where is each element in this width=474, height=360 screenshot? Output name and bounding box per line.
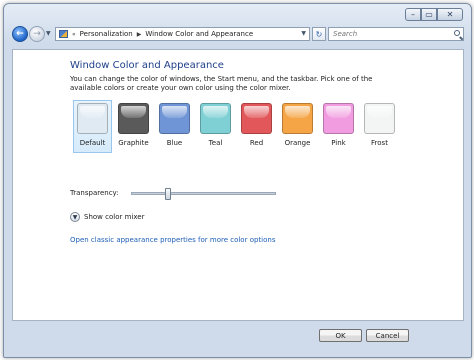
color-swatch-frost[interactable]: Frost	[360, 100, 399, 153]
color-tile[interactable]	[241, 103, 272, 134]
minimize-icon: –	[411, 9, 415, 19]
color-swatches: Default Graphite Blue Teal Red Orange Pink Fros…	[73, 100, 401, 153]
color-swatch-label: Pink	[331, 139, 346, 147]
search-input[interactable]	[329, 30, 443, 38]
address-dropdown-icon[interactable]: ▼	[301, 30, 306, 37]
close-button[interactable]: ✕	[437, 8, 463, 21]
caption-buttons: – ▭ ✕	[405, 8, 463, 21]
color-tile[interactable]	[200, 103, 231, 134]
breadcrumb-prefix[interactable]: «	[72, 31, 76, 38]
search-box	[328, 27, 464, 41]
color-swatch-default[interactable]: Default	[73, 100, 112, 153]
transparency-slider-thumb[interactable]	[165, 188, 171, 200]
back-arrow-icon: ←	[16, 29, 24, 39]
page-description: You can change the color of windows, the…	[70, 75, 373, 92]
navigation-toolbar: ← → ▼ « Personalization ▶ Window Color a…	[10, 26, 465, 44]
color-tile[interactable]	[77, 103, 108, 134]
window: – ▭ ✕ ← → ▼ « Personalization ▶ Window C…	[3, 3, 472, 358]
page-title: Window Color and Appearance	[70, 60, 224, 71]
dialog-footer: OK Cancel	[12, 322, 464, 352]
forward-button[interactable]: →	[29, 26, 45, 42]
ok-button[interactable]: OK	[319, 329, 362, 342]
color-swatch-label: Blue	[166, 139, 183, 147]
breadcrumb-personalization[interactable]: Personalization	[80, 30, 133, 38]
classic-appearance-link[interactable]: Open classic appearance properties for m…	[70, 236, 275, 244]
transparency-label: Transparency:	[70, 189, 119, 197]
content-pane: Window Color and Appearance You can chan…	[12, 49, 464, 321]
maximize-icon: ▭	[425, 9, 433, 19]
color-swatch-blue[interactable]: Blue	[155, 100, 194, 153]
color-swatch-teal[interactable]: Teal	[196, 100, 235, 153]
search-icon[interactable]	[454, 30, 460, 36]
address-bar[interactable]: « Personalization ▶ Window Color and App…	[55, 27, 310, 41]
color-swatch-pink[interactable]: Pink	[319, 100, 358, 153]
control-panel-icon	[59, 30, 68, 38]
color-swatch-label: Frost	[371, 139, 388, 147]
color-tile[interactable]	[364, 103, 395, 134]
show-color-mixer-toggle[interactable]: ▼ Show color mixer	[70, 212, 144, 222]
breadcrumb-arrow-icon[interactable]: ▶	[137, 31, 142, 38]
maximize-button[interactable]: ▭	[421, 8, 437, 21]
color-swatch-label: Red	[249, 139, 264, 147]
color-swatch-orange[interactable]: Orange	[278, 100, 317, 153]
cancel-button[interactable]: Cancel	[366, 329, 409, 342]
recent-pages-dropdown-icon[interactable]: ▼	[46, 30, 51, 37]
show-color-mixer-label[interactable]: Show color mixer	[84, 213, 144, 221]
color-swatch-label: Graphite	[118, 139, 149, 147]
close-icon: ✕	[446, 9, 454, 19]
minimize-button[interactable]: –	[405, 8, 421, 21]
color-swatch-graphite[interactable]: Graphite	[114, 100, 153, 153]
transparency-slider[interactable]	[131, 188, 276, 200]
forward-arrow-icon: →	[33, 29, 41, 39]
color-swatch-label: Default	[79, 139, 106, 147]
color-swatch-label: Teal	[208, 139, 223, 147]
color-tile[interactable]	[323, 103, 354, 134]
color-swatch-label: Orange	[284, 139, 311, 147]
chevron-down-icon[interactable]: ▼	[70, 212, 80, 222]
back-button[interactable]: ←	[12, 26, 28, 42]
color-tile[interactable]	[118, 103, 149, 134]
breadcrumb-window-color[interactable]: Window Color and Appearance	[145, 30, 253, 38]
refresh-button[interactable]: ↻	[312, 27, 326, 41]
refresh-icon: ↻	[315, 29, 323, 39]
color-swatch-red[interactable]: Red	[237, 100, 276, 153]
color-tile[interactable]	[159, 103, 190, 134]
color-tile[interactable]	[282, 103, 313, 134]
